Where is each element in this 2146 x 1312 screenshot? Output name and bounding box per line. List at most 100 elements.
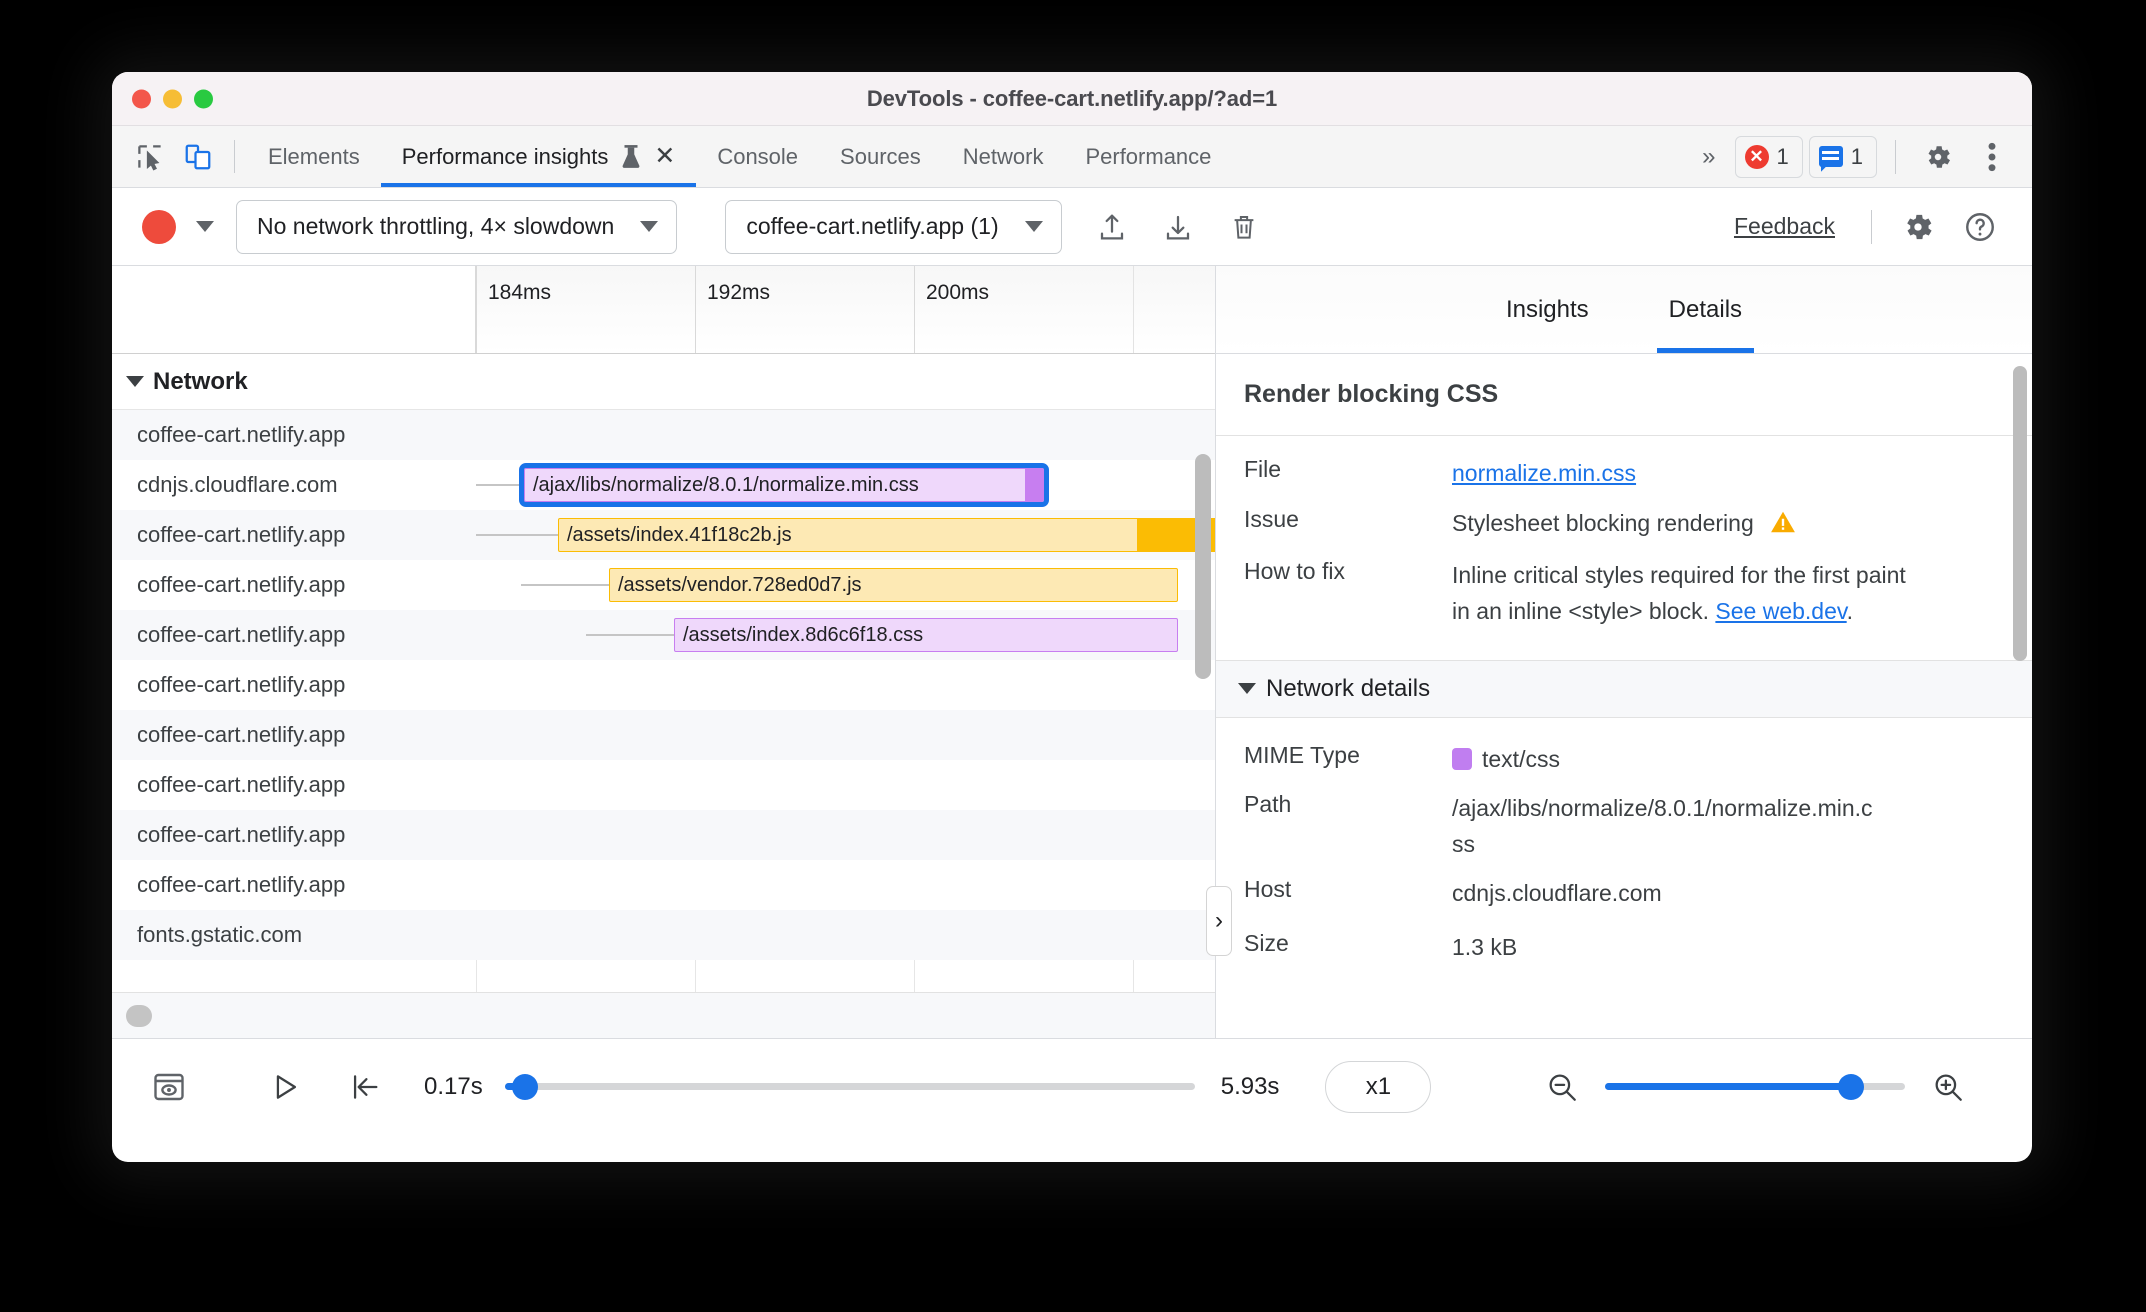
field-mime-type-key: MIME Type <box>1244 741 1360 768</box>
devtools-window: DevTools - coffee-cart.netlify.app/?ad=1… <box>112 72 2032 1162</box>
table-row[interactable]: coffee-cart.netlify.app <box>112 860 1215 910</box>
tab-insights-label: Insights <box>1505 295 1589 323</box>
table-row[interactable]: coffee-cart.netlify.app/assets/index.8d6… <box>112 610 1215 660</box>
jump-to-start-icon[interactable] <box>336 1058 394 1116</box>
request-bar-label: /assets/index.41f18c2b.js <box>567 523 792 546</box>
field-host-value: cdnjs.cloudflare.com <box>1452 880 1662 907</box>
request-bar[interactable]: /assets/index.8d6c6f18.css <box>674 618 1178 652</box>
upload-icon[interactable] <box>1084 199 1140 255</box>
help-icon[interactable] <box>1952 199 2008 255</box>
network-row-host: coffee-cart.netlify.app <box>137 822 346 847</box>
tab-console[interactable]: Console <box>696 126 819 187</box>
play-icon[interactable] <box>256 1058 314 1116</box>
more-tabs-icon[interactable]: » <box>1686 143 1728 171</box>
request-connector-line <box>476 484 524 486</box>
network-details-header[interactable]: Network details <box>1216 659 2032 718</box>
request-bar-label: /assets/vendor.728ed0d7.js <box>618 573 862 596</box>
timeline-range-slider[interactable] <box>504 1073 1195 1100</box>
table-row[interactable]: coffee-cart.netlify.app <box>112 810 1215 860</box>
device-toolbar-icon[interactable] <box>174 126 222 187</box>
how-to-fix-suffix: . <box>1846 597 1854 624</box>
minimize-window-button[interactable] <box>163 89 182 108</box>
request-connector-line <box>521 584 609 586</box>
ruler-gridline <box>1133 266 1134 353</box>
error-count-badge[interactable]: ✕ 1 <box>1734 135 1803 178</box>
filmstrip-toggle-icon[interactable] <box>140 1058 198 1116</box>
throttling-select-value: No network throttling, 4× slowdown <box>257 213 615 239</box>
traffic-lights[interactable] <box>132 89 213 108</box>
network-row-host: coffee-cart.netlify.app <box>137 622 346 647</box>
tab-close-icon[interactable]: ✕ <box>654 144 675 169</box>
field-file: File normalize.min.css <box>1244 456 2006 492</box>
record-options-dropdown[interactable] <box>176 221 236 232</box>
window-titlebar: DevTools - coffee-cart.netlify.app/?ad=1 <box>112 72 2032 126</box>
download-icon[interactable] <box>1150 199 1206 255</box>
network-section-header[interactable]: Network <box>112 354 1215 410</box>
zoom-in-icon[interactable] <box>1919 1058 1977 1116</box>
field-mime-type: MIME Type text/css <box>1244 742 2006 778</box>
ruler-tick-2: 200ms <box>914 266 989 353</box>
network-detail-fields: MIME Type text/css Path /ajax/libs/norma… <box>1216 718 2032 996</box>
request-bar[interactable]: /ajax/libs/normalize/8.0.1/normalize.min… <box>519 463 1049 507</box>
playback-speed-button[interactable]: x1 <box>1325 1060 1432 1113</box>
tab-network[interactable]: Network <box>942 126 1065 187</box>
tab-sources[interactable]: Sources <box>819 126 942 187</box>
page-select[interactable]: coffee-cart.netlify.app (1) <box>725 199 1062 254</box>
table-row[interactable]: coffee-cart.netlify.app <box>112 760 1215 810</box>
table-row[interactable]: coffee-cart.netlify.app <box>112 660 1215 710</box>
tab-insights[interactable]: Insights <box>1494 266 1601 353</box>
table-row[interactable]: coffee-cart.netlify.app/assets/vendor.72… <box>112 560 1215 610</box>
inspect-element-icon[interactable] <box>126 126 174 187</box>
message-count-badge[interactable]: 1 <box>1808 135 1877 178</box>
ruler-name-column <box>112 266 476 353</box>
table-row[interactable]: coffee-cart.netlify.app <box>112 410 1215 460</box>
zoom-slider-knob[interactable] <box>1838 1073 1865 1100</box>
tab-performance-insights[interactable]: Performance insights ✕ <box>380 126 697 187</box>
network-rows-area[interactable]: Network coffee-cart.netlify.app cdnjs.clo… <box>112 354 1215 992</box>
end-time-label: 5.93s <box>1220 1072 1280 1100</box>
file-link[interactable]: normalize.min.css <box>1452 460 1636 486</box>
field-path: Path /ajax/libs/normalize/8.0.1/normaliz… <box>1244 791 2006 862</box>
details-vertical-scrollbar[interactable] <box>2013 366 2027 661</box>
timeline-horizontal-scrollbar[interactable] <box>112 992 1215 1038</box>
table-row[interactable]: fonts.gstatic.com <box>112 910 1215 960</box>
tab-details-label: Details <box>1668 295 1743 323</box>
message-icon <box>1818 146 1843 167</box>
request-bar[interactable]: /assets/index.41f18c2b.js <box>558 518 1215 552</box>
tab-elements[interactable]: Elements <box>247 126 381 187</box>
warning-icon <box>1770 509 1796 545</box>
field-size-value: 1.3 kB <box>1452 934 1518 961</box>
table-row[interactable]: coffee-cart.netlify.app <box>112 710 1215 760</box>
network-row-host: coffee-cart.netlify.app <box>137 672 346 697</box>
zoom-out-icon[interactable] <box>1533 1058 1591 1116</box>
close-window-button[interactable] <box>132 89 151 108</box>
request-bar[interactable]: /assets/vendor.728ed0d7.js <box>609 568 1178 602</box>
sidebar-collapse-handle[interactable]: › <box>1206 886 1232 956</box>
timeline-range-knob[interactable] <box>512 1073 539 1100</box>
details-title: Render blocking CSS <box>1216 354 2032 436</box>
feedback-link[interactable]: Feedback <box>1734 213 1853 240</box>
issue-text: Stylesheet blocking rendering <box>1452 509 1754 536</box>
throttling-select[interactable]: No network throttling, 4× slowdown <box>236 199 678 254</box>
field-host-key: Host <box>1244 876 1292 903</box>
tab-performance[interactable]: Performance <box>1064 126 1232 187</box>
gear-icon[interactable] <box>1914 142 1962 172</box>
web-dev-link[interactable]: See web.dev <box>1715 598 1846 624</box>
table-row[interactable]: cdnjs.cloudflare.com/ajax/libs/normalize… <box>112 460 1215 510</box>
horizontal-scrollbar-thumb[interactable] <box>126 1005 152 1027</box>
maximize-window-button[interactable] <box>194 89 213 108</box>
gear-icon[interactable] <box>1890 199 1946 255</box>
tab-elements-label: Elements <box>268 143 360 169</box>
toolbar-divider <box>1871 209 1872 244</box>
timeline-vertical-scrollbar[interactable] <box>1195 454 1211 679</box>
field-file-key: File <box>1244 456 1282 482</box>
tab-network-label: Network <box>962 143 1044 169</box>
tab-details[interactable]: Details <box>1656 266 1755 353</box>
kebab-menu-icon[interactable] <box>1968 141 2016 173</box>
table-row[interactable]: coffee-cart.netlify.app/assets/index.41f… <box>112 510 1215 560</box>
record-button[interactable] <box>142 209 176 244</box>
chevron-down-icon <box>1238 683 1256 695</box>
trash-icon[interactable] <box>1216 199 1272 255</box>
window-title: DevTools - coffee-cart.netlify.app/?ad=1 <box>866 85 1278 111</box>
zoom-slider[interactable] <box>1605 1073 1906 1100</box>
